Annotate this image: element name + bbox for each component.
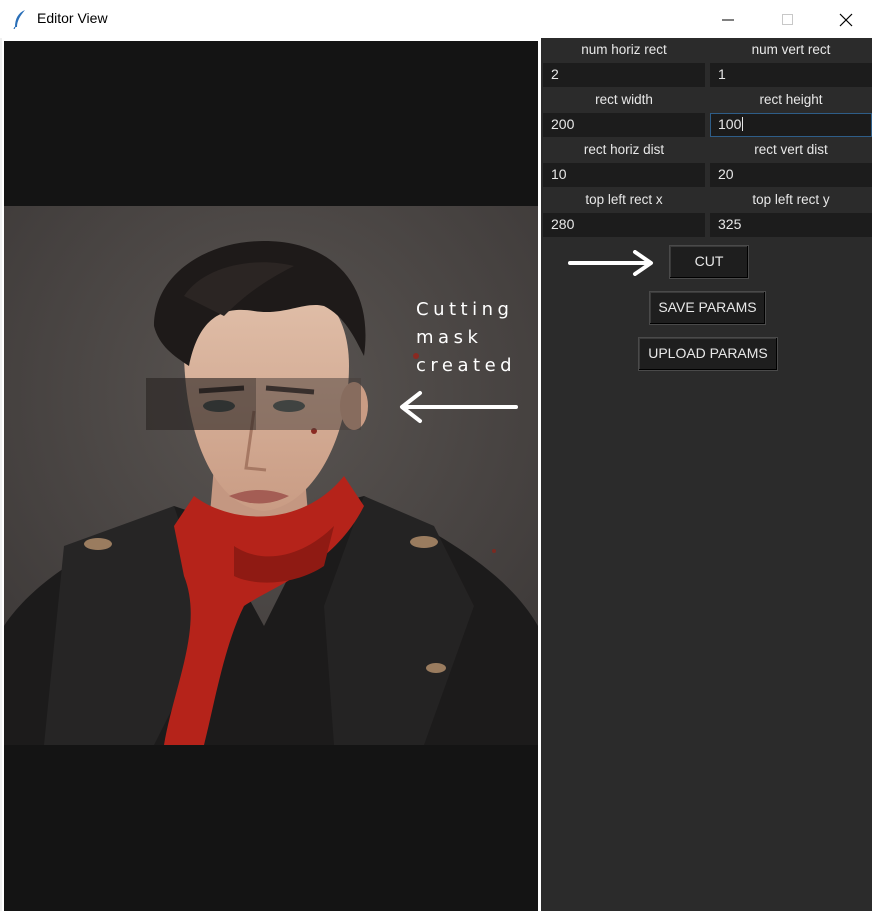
maximize-button[interactable] [758,0,818,38]
close-icon [839,13,853,27]
window-title: Editor View [37,10,108,26]
window-border [0,38,2,911]
label-rect-width: rect width [595,92,653,107]
label-rect-height: rect height [759,92,823,107]
label-num-horiz-rect: num horiz rect [581,42,667,57]
upload-params-button[interactable]: UPLOAD PARAMS [638,337,778,371]
close-button[interactable] [816,0,872,38]
input-rect-horiz-dist[interactable]: 10 [543,163,705,187]
portrait-image [4,206,538,745]
input-num-horiz-rect[interactable]: 2 [543,63,705,87]
cut-mask-rect-2 [256,378,361,430]
label-top-left-rect-x: top left rect x [585,192,663,207]
title-bar: Editor View [0,0,872,38]
feather-icon [13,10,25,29]
minimize-icon [722,19,734,21]
input-top-left-rect-x[interactable]: 280 [543,213,705,237]
label-top-left-rect-y: top left rect y [752,192,830,207]
text-caret [742,117,744,131]
input-num-vert-rect[interactable]: 1 [710,63,872,87]
save-params-button[interactable]: SAVE PARAMS [649,291,766,325]
image-canvas[interactable]: Cutting mask created [4,41,538,911]
input-top-left-rect-y[interactable]: 325 [710,213,872,237]
label-rect-horiz-dist: rect horiz dist [583,142,665,157]
label-rect-vert-dist: rect vert dist [754,142,828,157]
left-arrow-icon [400,391,518,423]
label-num-vert-rect: num vert rect [751,42,831,57]
cut-mask-rect-1 [146,378,256,430]
input-rect-height-value: 100 [718,116,742,132]
params-panel: num horiz rect num vert rect 2 1 rect wi… [541,38,872,911]
input-rect-height[interactable]: 100 [710,113,872,137]
minimize-button[interactable] [698,0,758,38]
cut-button[interactable]: CUT [669,245,749,279]
maximize-icon [782,14,793,25]
right-arrow-icon [568,250,653,276]
input-rect-vert-dist[interactable]: 20 [710,163,872,187]
annotation-text: Cutting mask created [416,299,517,376]
input-rect-width[interactable]: 200 [543,113,705,137]
